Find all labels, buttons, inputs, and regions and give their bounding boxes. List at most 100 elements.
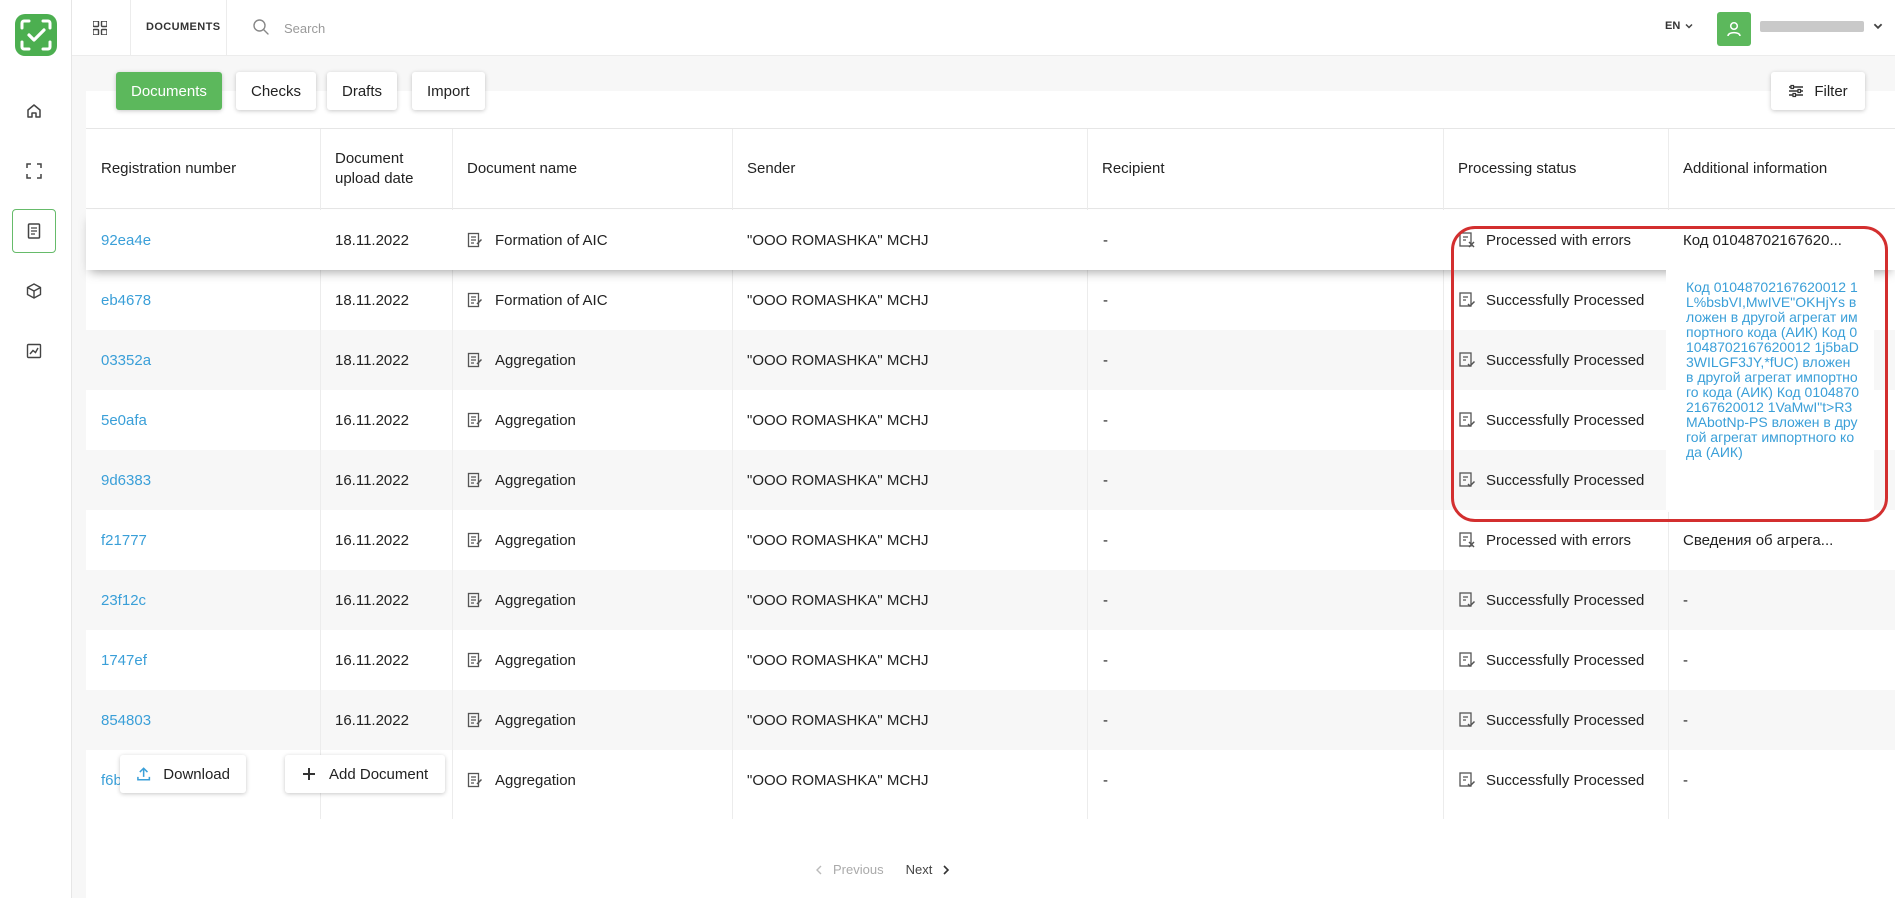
cell-document-name: Aggregation	[467, 570, 576, 630]
topbar-divider	[130, 0, 131, 56]
table-row[interactable]: 854803 16.11.2022 Aggregation "OOO ROMASHKA…	[86, 690, 1895, 750]
cell-upload-date: 16.11.2022	[335, 531, 409, 549]
cell-registration: 03352a	[101, 330, 151, 390]
cell-document-name: Aggregation	[467, 750, 576, 810]
column-header-upload-date[interactable]: Document upload date	[320, 129, 452, 209]
cell-recipient: -	[1103, 351, 1108, 369]
home-icon	[27, 104, 41, 118]
document-edit-icon	[467, 772, 483, 788]
tab-import[interactable]: Import	[412, 72, 485, 110]
column-header-recipient[interactable]: Recipient	[1087, 129, 1443, 209]
nav-products[interactable]	[12, 269, 56, 313]
cell-upload-date: 16.11.2022	[335, 651, 409, 669]
box-icon	[26, 283, 42, 299]
nav-reports[interactable]	[12, 329, 56, 373]
cell-recipient: -	[1103, 471, 1108, 489]
table-row[interactable]: f21777 16.11.2022 Aggregation "OOO ROMASHKA…	[86, 510, 1895, 570]
cell-additional-info[interactable]: -	[1683, 750, 1688, 810]
registration-link[interactable]: f21777	[101, 532, 147, 549]
cell-upload-date: 18.11.2022	[335, 351, 409, 369]
status-success-icon	[1459, 652, 1476, 668]
top-bar: DOCUMENTS EN	[72, 0, 1895, 56]
cell-additional-info[interactable]: -	[1683, 570, 1688, 630]
column-header-document-name[interactable]: Document name	[452, 129, 732, 209]
pagination: Previous Next	[815, 862, 950, 877]
filter-icon	[1789, 84, 1804, 98]
cell-recipient: -	[1103, 771, 1108, 789]
avatar[interactable]	[1717, 12, 1751, 46]
cell-additional-info[interactable]: -	[1683, 690, 1688, 750]
logo-check-icon	[20, 19, 52, 51]
status-success-icon	[1459, 592, 1476, 608]
cell-status: Processed with errors	[1458, 510, 1631, 570]
section-title: DOCUMENTS	[146, 21, 221, 33]
table-row[interactable]: 92ea4e 18.11.2022 Formation of AIC "OOO ROM…	[86, 210, 1895, 270]
column-header-sender[interactable]: Sender	[732, 129, 1087, 209]
cell-document-name: Aggregation	[467, 390, 576, 450]
registration-link[interactable]: 854803	[101, 712, 151, 729]
cell-recipient: -	[1103, 231, 1108, 249]
nav-scan[interactable]	[12, 149, 56, 193]
tab-documents[interactable]: Documents	[116, 72, 222, 110]
plus-icon	[303, 768, 315, 780]
registration-link[interactable]: eb4678	[101, 292, 151, 309]
table-row[interactable]: 1747ef 16.11.2022 Aggregation "OOO ROMASHKA…	[86, 630, 1895, 690]
column-header-status[interactable]: Processing status	[1443, 129, 1668, 209]
cell-recipient: -	[1103, 531, 1108, 549]
popover-content[interactable]: Код 01048702167620012 1L%bsbVI,MwIVE"OKH…	[1666, 270, 1874, 512]
tab-checks[interactable]: Checks	[236, 72, 317, 110]
tab-drafts[interactable]: Drafts	[327, 72, 398, 110]
registration-link[interactable]: 1747ef	[101, 652, 147, 669]
cell-additional-info[interactable]: Сведения об агрега...	[1683, 510, 1833, 570]
registration-link[interactable]: 03352a	[101, 352, 151, 369]
language-selector[interactable]: EN	[1665, 20, 1694, 32]
language-label: EN	[1665, 20, 1681, 32]
pager-previous[interactable]: Previous	[815, 862, 884, 877]
scan-icon	[26, 163, 42, 179]
download-label: Download	[163, 765, 230, 783]
cell-sender: "OOO ROMASHKA" MCHJ	[747, 651, 929, 669]
add-document-button[interactable]: Add Document	[285, 755, 445, 793]
status-success-icon	[1459, 712, 1476, 728]
column-header-registration[interactable]: Registration number	[86, 129, 320, 209]
column-header-additional-info[interactable]: Additional information	[1668, 129, 1895, 209]
status-label: Processed with errors	[1486, 531, 1632, 549]
cell-registration: 92ea4e	[101, 210, 151, 270]
app-logo[interactable]	[15, 14, 57, 56]
cell-additional-info[interactable]: Код 01048702167620...	[1683, 210, 1842, 270]
cell-status: Successfully Processed	[1458, 570, 1644, 630]
cell-additional-info[interactable]: -	[1683, 630, 1688, 690]
document-name: Aggregation	[495, 711, 576, 729]
registration-link[interactable]: 92ea4e	[101, 232, 151, 249]
registration-link[interactable]: 5e0afa	[101, 412, 147, 429]
document-edit-icon	[467, 532, 483, 548]
cell-document-name: Aggregation	[467, 630, 576, 690]
cell-sender: "OOO ROMASHKA" MCHJ	[747, 411, 929, 429]
cell-status: Processed with errors	[1458, 210, 1631, 270]
nav-documents[interactable]	[12, 209, 56, 253]
cell-document-name: Formation of AIC	[467, 270, 608, 330]
document-name: Formation of AIC	[495, 291, 608, 309]
filter-button[interactable]: Filter	[1771, 72, 1865, 110]
status-label: Successfully Processed	[1486, 711, 1645, 729]
document-name: Aggregation	[495, 411, 576, 429]
cell-recipient: -	[1103, 711, 1108, 729]
document-edit-icon	[467, 232, 483, 248]
cell-sender: "OOO ROMASHKA" MCHJ	[747, 231, 929, 249]
download-button[interactable]: Download	[120, 755, 246, 793]
nav-home[interactable]	[12, 89, 56, 133]
filter-label: Filter	[1814, 82, 1848, 100]
registration-link[interactable]: 9d6383	[101, 472, 151, 489]
pager-next[interactable]: Next	[906, 862, 951, 877]
apps-button[interactable]	[88, 16, 112, 40]
document-edit-icon	[467, 472, 483, 488]
table-row[interactable]: 23f12c 16.11.2022 Aggregation "OOO ROMASHKA…	[86, 570, 1895, 630]
cell-sender: "OOO ROMASHKA" MCHJ	[747, 471, 929, 489]
chevron-down-icon[interactable]	[1872, 20, 1884, 32]
registration-link[interactable]: 23f12c	[101, 592, 146, 609]
document-name: Aggregation	[495, 651, 576, 669]
search-input[interactable]	[284, 16, 684, 40]
status-error-icon	[1459, 532, 1475, 548]
status-success-icon	[1459, 772, 1476, 788]
user-name-redacted[interactable]	[1760, 21, 1864, 32]
